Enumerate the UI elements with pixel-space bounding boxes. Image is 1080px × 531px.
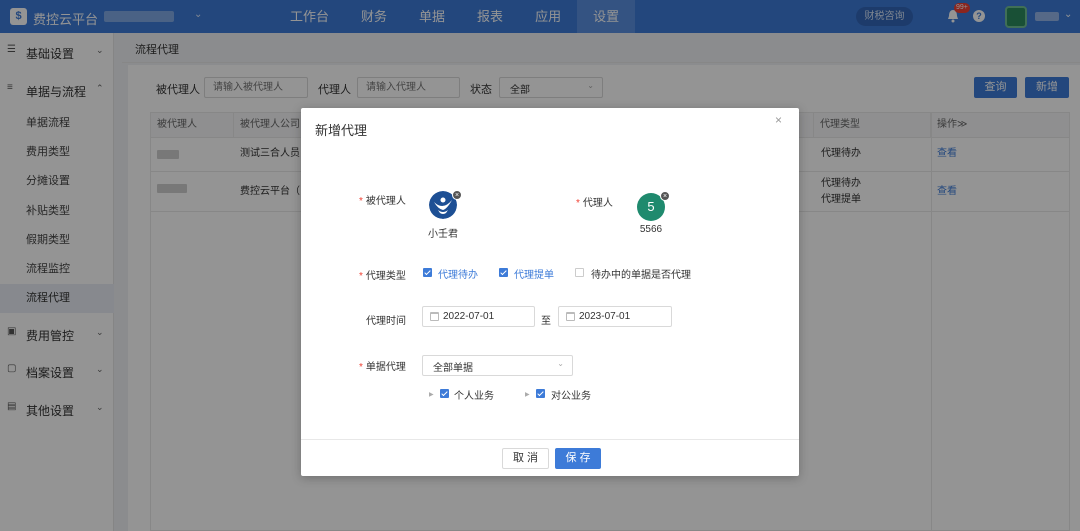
cancel-button[interactable]: 取 消 [502, 448, 549, 469]
dialog-title: 新增代理 [315, 123, 368, 138]
principal-field-label-text: 被代理人 [365, 196, 406, 207]
close-icon[interactable]: × [775, 113, 782, 127]
proxy-type-label: * 代理类型 [359, 267, 406, 282]
start-date-value: 2022-07-01 [443, 311, 495, 322]
save-button[interactable]: 保 存 [555, 448, 601, 469]
start-date-picker[interactable]: 2022-07-01 [422, 306, 535, 327]
agent-field-label: * 代理人 [576, 194, 613, 209]
calendar-icon [566, 312, 575, 321]
remove-principal-icon[interactable]: × [452, 190, 462, 200]
doc-scope-value: 全部单据 [433, 363, 473, 374]
required-mark: * [359, 271, 363, 282]
personal-business-label[interactable]: 个人业务 [454, 387, 494, 402]
corporate-business-label[interactable]: 对公业务 [551, 387, 591, 402]
required-mark: * [359, 196, 363, 207]
expand-arrow-icon[interactable]: ▶ [525, 391, 530, 398]
pending-docs-checkbox[interactable] [575, 268, 584, 277]
end-date-value: 2023-07-01 [579, 311, 631, 322]
proxy-type-label-text: 代理类型 [365, 271, 406, 282]
submit-proxy-label[interactable]: 代理提单 [514, 266, 554, 281]
required-mark: * [359, 362, 363, 373]
principal-field-label: * 被代理人 [359, 192, 406, 207]
doc-scope-select[interactable]: 全部单据 ⌄ [422, 355, 573, 376]
agent-field-label-text: 代理人 [582, 198, 613, 209]
date-range-separator: 至 [541, 316, 551, 327]
expand-arrow-icon[interactable]: ▶ [429, 391, 434, 398]
todo-proxy-label[interactable]: 代理待办 [438, 266, 478, 281]
agent-name: 5566 [639, 224, 663, 235]
chevron-down-icon: ⌄ [557, 359, 564, 368]
add-proxy-dialog: 新增代理 × * 被代理人 × 小壬君 * 代理人 5 × 5566 * 代理类型 代… [301, 108, 799, 476]
corporate-business-checkbox[interactable] [536, 389, 545, 398]
proxy-time-label: 代理时间 [366, 316, 406, 327]
submit-proxy-checkbox[interactable] [499, 268, 508, 277]
doc-proxy-label: * 单据代理 [359, 358, 406, 373]
personal-business-checkbox[interactable] [440, 389, 449, 398]
remove-agent-icon[interactable]: × [660, 191, 670, 201]
principal-name: 小壬君 [428, 229, 458, 240]
dialog-footer-divider [301, 439, 799, 440]
doc-proxy-label-text: 单据代理 [365, 362, 406, 373]
pending-docs-label[interactable]: 待办中的单据是否代理 [591, 266, 691, 281]
required-mark: * [576, 198, 580, 209]
calendar-icon [430, 312, 439, 321]
end-date-picker[interactable]: 2023-07-01 [558, 306, 672, 327]
todo-proxy-checkbox[interactable] [423, 268, 432, 277]
